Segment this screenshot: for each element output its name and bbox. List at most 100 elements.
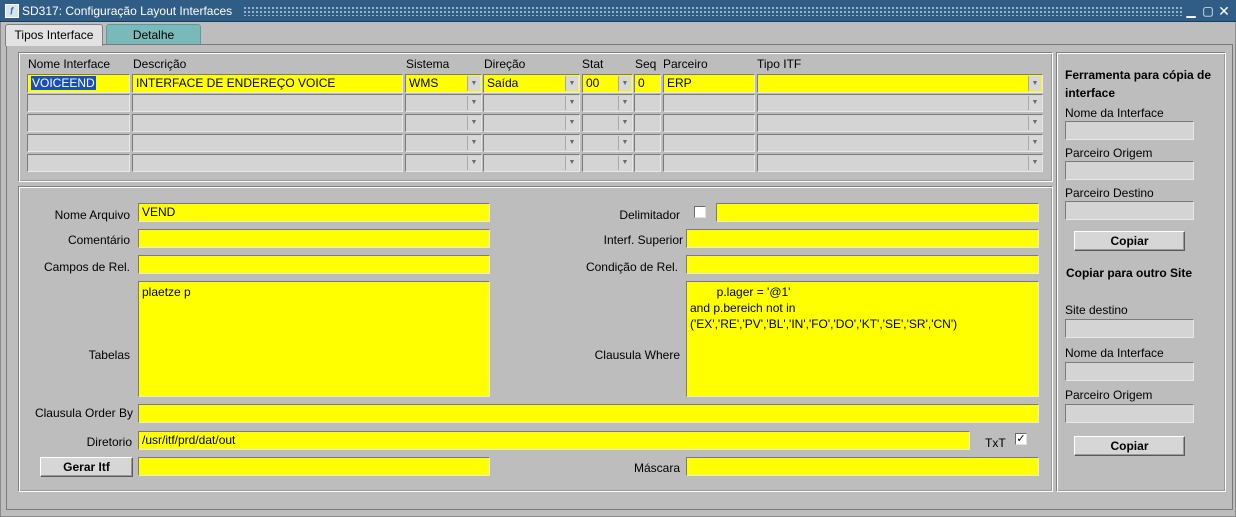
tipo-itf-cell-empty[interactable]: ▼	[757, 154, 1043, 172]
nome-interface-cell[interactable]: VOICEEND	[27, 74, 130, 93]
diretorio-label: Diretorio	[86, 435, 132, 449]
stat-cell-empty[interactable]: ▼	[582, 134, 633, 152]
stat-cell-empty[interactable]: ▼	[582, 114, 633, 132]
mascara-field[interactable]	[686, 457, 1039, 476]
gerar-itf-button[interactable]: Gerar Itf	[40, 457, 133, 477]
site-destino-field[interactable]	[1065, 319, 1194, 338]
chevron-down-icon[interactable]: ▼	[618, 156, 631, 170]
close-icon[interactable]: ✕	[1217, 4, 1231, 18]
tipo-itf-cell-empty[interactable]: ▼	[757, 94, 1043, 112]
seq-cell-empty[interactable]	[634, 94, 661, 112]
header-seq: Seq	[635, 57, 657, 71]
minimize-icon[interactable]: ▁	[1184, 4, 1198, 18]
nome-interface-cell-empty[interactable]	[27, 134, 130, 152]
chevron-down-icon[interactable]: ▼	[1028, 76, 1041, 91]
chevron-down-icon[interactable]: ▼	[467, 156, 480, 170]
chevron-down-icon[interactable]: ▼	[565, 156, 578, 170]
sistema-cell-empty[interactable]: ▼	[405, 94, 482, 112]
delimitador-field[interactable]	[716, 203, 1039, 222]
sistema-cell-empty[interactable]: ▼	[405, 154, 482, 172]
copiar-site-button[interactable]: Copiar	[1074, 436, 1185, 456]
stat-select[interactable]: 00 ▼	[582, 74, 633, 93]
parceiro-cell-empty[interactable]	[663, 94, 755, 112]
campos-rel-label: Campos de Rel.	[43, 260, 130, 274]
chevron-down-icon[interactable]: ▼	[1028, 96, 1041, 110]
check-icon: ✓	[1016, 433, 1026, 445]
seq-cell-empty[interactable]	[634, 154, 661, 172]
tipo-itf-select[interactable]: ▼	[757, 74, 1043, 93]
clausula-order-by-field[interactable]	[138, 404, 1039, 423]
site-nome-interface-label: Nome da Interface	[1065, 346, 1164, 360]
nome-interface-cell-empty[interactable]	[27, 94, 130, 112]
sistema-select[interactable]: WMS ▼	[405, 74, 482, 93]
sistema-value: WMS	[409, 76, 439, 90]
header-nome-interface: Nome Interface	[28, 57, 111, 71]
copiar-interface-button[interactable]: Copiar	[1074, 231, 1185, 251]
copy-parceiro-origem-field[interactable]	[1065, 161, 1194, 180]
parceiro-cell[interactable]: ERP	[663, 74, 755, 93]
direcao-cell-empty[interactable]: ▼	[483, 134, 580, 152]
chevron-down-icon[interactable]: ▼	[467, 116, 480, 130]
site-nome-interface-field[interactable]	[1065, 362, 1194, 381]
chevron-down-icon[interactable]: ▼	[618, 76, 631, 91]
stat-cell-empty[interactable]: ▼	[582, 94, 633, 112]
seq-cell-empty[interactable]	[634, 134, 661, 152]
descricao-cell-empty[interactable]	[132, 94, 403, 112]
seq-cell-empty[interactable]	[634, 114, 661, 132]
nome-interface-cell-empty[interactable]	[27, 114, 130, 132]
mascara-label: Máscara	[633, 461, 680, 475]
stat-cell-empty[interactable]: ▼	[582, 154, 633, 172]
direcao-select[interactable]: Saída ▼	[483, 74, 580, 93]
condicao-rel-label: Condição de Rel.	[585, 260, 678, 274]
chevron-down-icon[interactable]: ▼	[565, 136, 578, 150]
parceiro-cell-empty[interactable]	[663, 114, 755, 132]
chevron-down-icon[interactable]: ▼	[618, 116, 631, 130]
nome-interface-cell-empty[interactable]	[27, 154, 130, 172]
descricao-cell[interactable]: INTERFACE DE ENDEREÇO VOICE	[132, 74, 403, 93]
chevron-down-icon[interactable]: ▼	[1028, 156, 1041, 170]
diretorio-field[interactable]: /usr/itf/prd/dat/out	[138, 431, 970, 450]
copy-parceiro-destino-field[interactable]	[1065, 201, 1194, 220]
chevron-down-icon[interactable]: ▼	[467, 136, 480, 150]
seq-cell[interactable]: 0	[634, 74, 661, 93]
chevron-down-icon[interactable]: ▼	[1028, 116, 1041, 130]
copy-nome-interface-field[interactable]	[1065, 121, 1194, 140]
descricao-cell-empty[interactable]	[132, 114, 403, 132]
copy-site-title: Copiar para outro Site	[1065, 266, 1193, 280]
tab-detalhe[interactable]: Detalhe	[106, 24, 201, 46]
site-parceiro-origem-field[interactable]	[1065, 404, 1194, 423]
descricao-cell-empty[interactable]	[132, 134, 403, 152]
interf-superior-field[interactable]	[686, 229, 1039, 248]
chevron-down-icon[interactable]: ▼	[467, 76, 480, 91]
copy-tool-title: Ferramenta para cópia de interface	[1065, 68, 1212, 100]
nome-arquivo-field[interactable]: VEND	[138, 203, 490, 222]
chevron-down-icon[interactable]: ▼	[1028, 136, 1041, 150]
chevron-down-icon[interactable]: ▼	[618, 96, 631, 110]
txt-checkbox[interactable]: ✓	[1015, 433, 1027, 445]
delimitador-checkbox[interactable]	[694, 206, 706, 218]
sistema-cell-empty[interactable]: ▼	[405, 114, 482, 132]
condicao-rel-field[interactable]	[686, 255, 1039, 274]
gerar-itf-field[interactable]	[138, 457, 490, 476]
tipo-itf-cell-empty[interactable]: ▼	[757, 114, 1043, 132]
clausula-where-textarea[interactable]: p.lager = '@1' and p.bereich not in ('EX…	[686, 281, 1039, 397]
direcao-cell-empty[interactable]: ▼	[483, 94, 580, 112]
sistema-cell-empty[interactable]: ▼	[405, 134, 482, 152]
chevron-down-icon[interactable]: ▼	[565, 96, 578, 110]
parceiro-cell-empty[interactable]	[663, 154, 755, 172]
chevron-down-icon[interactable]: ▼	[565, 116, 578, 130]
chevron-down-icon[interactable]: ▼	[467, 96, 480, 110]
campos-rel-field[interactable]	[138, 255, 490, 274]
tab-tipos-interface[interactable]: Tipos Interface	[5, 24, 103, 46]
descricao-cell-empty[interactable]	[132, 154, 403, 172]
maximize-icon[interactable]: ▢	[1201, 4, 1215, 18]
comentario-field[interactable]	[138, 229, 490, 248]
title-bar-grip	[243, 6, 1183, 16]
direcao-cell-empty[interactable]: ▼	[483, 114, 580, 132]
direcao-cell-empty[interactable]: ▼	[483, 154, 580, 172]
parceiro-cell-empty[interactable]	[663, 134, 755, 152]
tabelas-textarea[interactable]: plaetze p	[138, 281, 490, 397]
chevron-down-icon[interactable]: ▼	[565, 76, 578, 91]
tipo-itf-cell-empty[interactable]: ▼	[757, 134, 1043, 152]
chevron-down-icon[interactable]: ▼	[618, 136, 631, 150]
